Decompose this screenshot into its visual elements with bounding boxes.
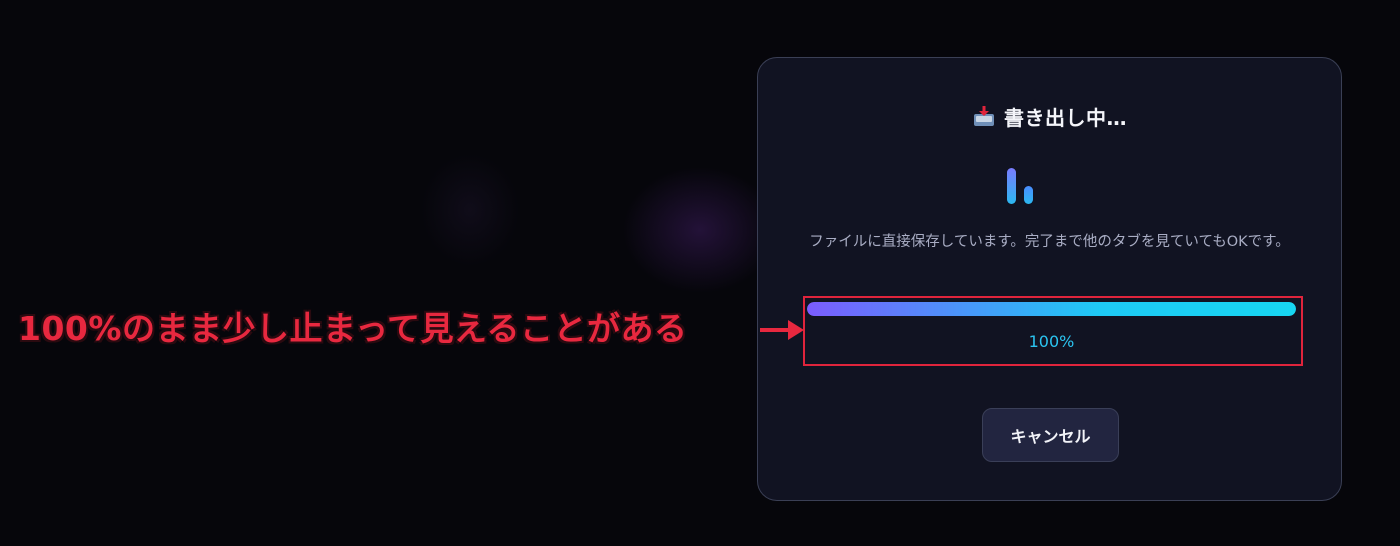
cancel-button[interactable]: キャンセル xyxy=(982,408,1119,462)
export-dialog: 書き出し中… ファイルに直接保存しています。完了まで他のタブを見ていてもOKです… xyxy=(757,57,1342,501)
outbox-tray-icon xyxy=(972,105,996,127)
dialog-title: 書き出し中… xyxy=(1004,105,1127,130)
loading-indicator-icon xyxy=(1004,168,1036,208)
annotation-arrow-icon xyxy=(760,320,804,340)
annotation-highlight-box xyxy=(803,296,1303,366)
app-background: 書き出し中… ファイルに直接保存しています。完了まで他のタブを見ていてもOKです… xyxy=(0,0,1400,546)
loading-bar-tall xyxy=(1007,168,1016,204)
dialog-header: 書き出し中… xyxy=(758,101,1341,131)
annotation-text: 100%のまま少し止まって見えることがある xyxy=(18,309,688,348)
loading-bar-short xyxy=(1024,186,1033,204)
dialog-message: ファイルに直接保存しています。完了まで他のタブを見ていてもOKです。 xyxy=(809,234,1290,250)
